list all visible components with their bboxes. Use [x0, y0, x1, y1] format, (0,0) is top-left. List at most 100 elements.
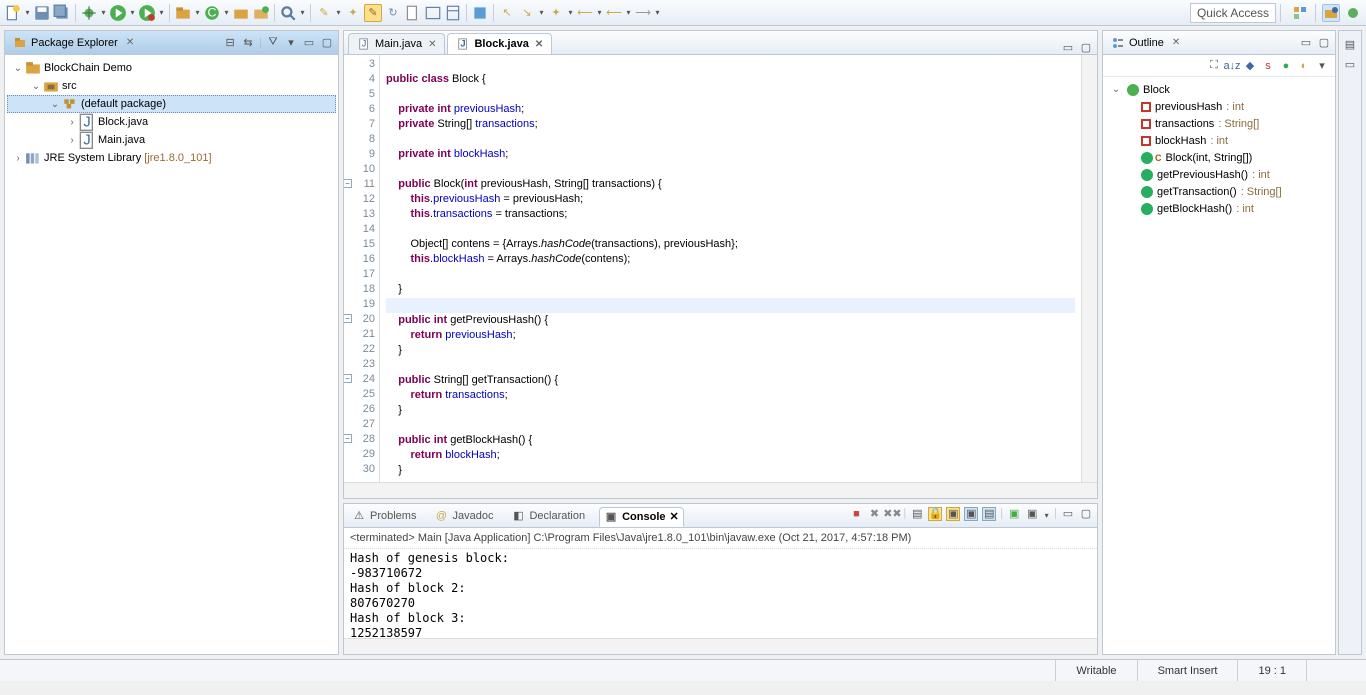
outline-item[interactable]: getBlockHash() : int [1107, 200, 1331, 217]
dropdown-icon[interactable]: ▾ [538, 4, 545, 22]
maximize-icon[interactable]: ▢ [320, 36, 334, 50]
view-menu-icon[interactable]: ▾ [284, 36, 298, 50]
save-icon[interactable] [33, 4, 51, 22]
link-icon[interactable]: ✦ [344, 4, 362, 22]
scroll-lock-icon[interactable]: 🔒 [928, 507, 942, 521]
save-all-icon[interactable] [53, 4, 71, 22]
code-editor[interactable]: public class Block { private int previou… [380, 55, 1081, 482]
hide-local-icon[interactable]: ◐ [1297, 59, 1311, 73]
minimize-icon[interactable]: ▭ [1061, 507, 1075, 521]
last-edit-icon[interactable]: ✦ [547, 4, 565, 22]
dropdown-icon[interactable]: ▾ [335, 4, 342, 22]
dropdown-icon[interactable]: ▾ [625, 4, 632, 22]
view-menu-icon[interactable]: ▾ [1315, 59, 1329, 73]
twisty-icon[interactable]: ⌄ [48, 99, 62, 110]
vertical-scrollbar[interactable] [1081, 55, 1097, 482]
dropdown-icon[interactable]: ▾ [158, 4, 165, 22]
open-task-icon[interactable] [252, 4, 270, 22]
outline-item[interactable]: blockHash : int [1107, 132, 1331, 149]
remove-all-icon[interactable]: ✖✖ [885, 507, 899, 521]
restore-icon[interactable]: ▭ [1343, 57, 1357, 71]
outline-item[interactable]: getTransaction() : String[] [1107, 183, 1331, 200]
declaration-tab[interactable]: ◧Declaration [507, 507, 589, 525]
display-selected-icon[interactable]: ▤ [982, 507, 996, 521]
maximize-icon[interactable]: ▢ [1317, 36, 1331, 50]
dropdown-icon[interactable]: ▾ [654, 4, 661, 22]
run-last-icon[interactable] [138, 4, 156, 22]
maximize-icon[interactable]: ▢ [1079, 40, 1093, 54]
quick-access-field[interactable]: Quick Access [1190, 3, 1276, 23]
tree-src[interactable]: ⌄ src [7, 77, 336, 95]
javadoc-tab[interactable]: @Javadoc [430, 507, 497, 525]
hide-nonpublic-icon[interactable]: ● [1279, 59, 1293, 73]
new-icon[interactable] [4, 4, 22, 22]
outline-item[interactable]: CBlock(int, String[]) [1107, 149, 1331, 166]
pin-console-icon[interactable]: ▣ [964, 507, 978, 521]
twisty-icon[interactable]: › [65, 135, 79, 146]
toggle-block-icon[interactable] [471, 4, 489, 22]
search-icon[interactable] [279, 4, 297, 22]
minimize-icon[interactable]: ▭ [1061, 40, 1075, 54]
build-icon[interactable] [404, 4, 422, 22]
back-icon[interactable]: ⟵ [576, 4, 594, 22]
debug-icon[interactable] [80, 4, 98, 22]
close-icon[interactable]: ✕ [535, 39, 543, 50]
wand-icon[interactable]: ✎ [315, 4, 333, 22]
close-icon[interactable]: ✕ [428, 39, 436, 50]
open-perspective-icon[interactable] [1291, 4, 1309, 22]
dropdown-icon[interactable]: ▾ [299, 4, 306, 22]
maximize-icon[interactable]: ▢ [1079, 507, 1093, 521]
dropdown-icon[interactable]: ▾ [596, 4, 603, 22]
filter-icon[interactable]: ⛛ [266, 36, 280, 50]
twisty-icon[interactable]: › [11, 153, 25, 164]
horizontal-scrollbar[interactable] [344, 638, 1097, 654]
editor-tab[interactable]: JMain.java✕ [348, 33, 445, 54]
tree-default-package[interactable]: ⌄ (default package) [7, 95, 336, 113]
dropdown-icon[interactable]: ▾ [567, 4, 574, 22]
new-console-icon[interactable]: ▣ [1025, 507, 1039, 521]
new-class-icon[interactable]: C [203, 4, 221, 22]
horizontal-scrollbar[interactable] [344, 482, 1097, 498]
hide-fields-icon[interactable]: ◆ [1243, 59, 1257, 73]
outline-item[interactable]: transactions : String[] [1107, 115, 1331, 132]
close-icon[interactable]: ✕ [1172, 37, 1180, 48]
outline-tree[interactable]: ⌄ Block previousHash : inttransactions :… [1103, 77, 1335, 221]
dropdown-icon[interactable]: ▾ [194, 4, 201, 22]
tree-project[interactable]: ⌄ BlockChain Demo [7, 59, 336, 77]
sort-icon[interactable]: a↓z [1225, 59, 1239, 73]
run-icon[interactable] [109, 4, 127, 22]
problems-tab[interactable]: ⚠Problems [348, 507, 420, 525]
refresh-icon[interactable]: ↻ [384, 4, 402, 22]
toggle-breadcrumb-icon[interactable] [424, 4, 442, 22]
package-tree[interactable]: ⌄ BlockChain Demo ⌄ src ⌄ (default packa… [5, 55, 338, 654]
console-tab[interactable]: ▣Console✕ [599, 507, 684, 527]
task-list-icon[interactable]: ▤ [1343, 37, 1357, 51]
terminate-icon[interactable]: ■ [849, 507, 863, 521]
focus-icon[interactable]: ⛶ [1207, 59, 1221, 73]
close-icon[interactable]: ✕ [126, 37, 134, 48]
hide-static-icon[interactable]: s [1261, 59, 1275, 73]
tree-jre[interactable]: › JRE System Library [jre1.8.0_101] [7, 149, 336, 167]
package-explorer-tab[interactable]: Package Explorer ✕ [9, 34, 138, 52]
outline-item[interactable]: getPreviousHash() : int [1107, 166, 1331, 183]
dropdown-icon[interactable]: ▾ [24, 4, 31, 22]
java-perspective-icon[interactable] [1322, 4, 1340, 22]
new-package-icon[interactable] [174, 4, 192, 22]
show-console-icon[interactable]: ▣ [946, 507, 960, 521]
line-gutter[interactable]: 34567891011−121314151617181920−21222324−… [344, 55, 380, 482]
open-console-icon[interactable]: ▣ [1007, 507, 1021, 521]
tree-file-block[interactable]: › J Block.java [7, 113, 336, 131]
tree-file-main[interactable]: › J Main.java [7, 131, 336, 149]
dropdown-icon[interactable]: ▾ [100, 4, 107, 22]
editor-tab[interactable]: JBlock.java✕ [447, 33, 552, 54]
toggle-mark-icon[interactable] [444, 4, 462, 22]
twisty-icon[interactable]: ⌄ [11, 63, 25, 74]
clear-console-icon[interactable]: ▤ [910, 507, 924, 521]
highlight-icon[interactable]: ✎ [364, 4, 382, 22]
close-icon[interactable]: ✕ [670, 510, 679, 523]
back2-icon[interactable]: ⟵ [605, 4, 623, 22]
forward-icon[interactable]: ⟶ [634, 4, 652, 22]
outline-tab[interactable]: Outline ✕ [1107, 34, 1184, 52]
collapse-all-icon[interactable]: ⊟ [223, 36, 237, 50]
twisty-icon[interactable]: ⌄ [1109, 84, 1123, 95]
